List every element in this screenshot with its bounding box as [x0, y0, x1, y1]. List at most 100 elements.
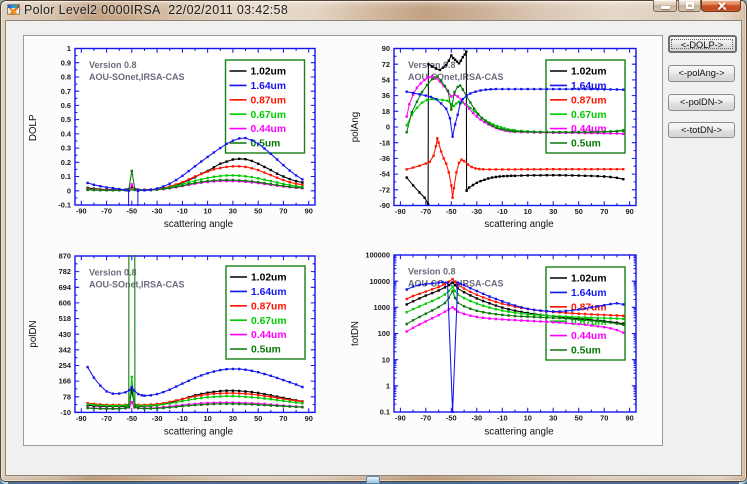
- svg-text:-50: -50: [446, 207, 457, 216]
- svg-text:scattering angle: scattering angle: [164, 219, 234, 230]
- svg-text:78: 78: [63, 392, 71, 401]
- svg-text:1.64um: 1.64um: [251, 81, 287, 92]
- svg-text:-50: -50: [126, 414, 137, 423]
- svg-text:1.64um: 1.64um: [571, 288, 607, 299]
- svg-text:1.64um: 1.64um: [251, 287, 287, 298]
- svg-text:scattering angle: scattering angle: [164, 426, 234, 437]
- svg-text:10: 10: [382, 355, 390, 364]
- svg-text:606: 606: [59, 299, 71, 308]
- svg-text:50: 50: [575, 414, 583, 423]
- svg-text:70: 70: [600, 207, 608, 216]
- svg-text:10: 10: [203, 414, 211, 423]
- svg-text:-70: -70: [101, 414, 112, 423]
- svg-text:70: 70: [279, 207, 287, 216]
- svg-text:0.5um: 0.5um: [571, 346, 601, 357]
- svg-text:0.87um: 0.87um: [571, 95, 607, 106]
- svg-text:0.8: 0.8: [61, 73, 71, 82]
- svg-text:-90: -90: [395, 207, 406, 216]
- svg-text:-10: -10: [60, 408, 71, 417]
- svg-text:-90: -90: [76, 414, 87, 423]
- svg-text:scattering angle: scattering angle: [484, 426, 554, 437]
- svg-text:-36: -36: [379, 154, 390, 163]
- svg-text:-90: -90: [379, 201, 390, 210]
- svg-text:1.02um: 1.02um: [571, 67, 607, 78]
- svg-text:0.5um: 0.5um: [571, 139, 601, 150]
- svg-text:-30: -30: [152, 207, 163, 216]
- svg-text:0.87um: 0.87um: [251, 95, 287, 106]
- svg-text:10: 10: [203, 207, 211, 216]
- svg-text:AOU-SOnet,IRSA-CAS: AOU-SOnet,IRSA-CAS: [89, 280, 185, 290]
- svg-text:90: 90: [305, 414, 313, 423]
- svg-text:0.4: 0.4: [61, 130, 72, 139]
- svg-text:0.6: 0.6: [61, 101, 71, 110]
- svg-text:70: 70: [600, 414, 608, 423]
- svg-text:AOU-SOnet,IRSA-CAS: AOU-SOnet,IRSA-CAS: [89, 72, 185, 82]
- svg-text:0.2: 0.2: [61, 158, 71, 167]
- svg-text:30: 30: [549, 207, 557, 216]
- svg-text:-30: -30: [152, 414, 163, 423]
- svg-text:342: 342: [59, 345, 71, 354]
- svg-text:36: 36: [382, 91, 390, 100]
- svg-text:254: 254: [59, 361, 72, 370]
- svg-text:30: 30: [549, 414, 557, 423]
- svg-text:1: 1: [67, 44, 71, 53]
- svg-text:1000: 1000: [374, 303, 390, 312]
- svg-text:0.67um: 0.67um: [571, 110, 607, 121]
- svg-text:0.67um: 0.67um: [251, 316, 287, 327]
- svg-text:90: 90: [625, 207, 633, 216]
- svg-text:0: 0: [386, 123, 390, 132]
- svg-text:10: 10: [524, 207, 532, 216]
- svg-text:70: 70: [279, 414, 287, 423]
- svg-text:54: 54: [382, 76, 391, 85]
- svg-text:polDN: polDN: [28, 320, 39, 347]
- svg-text:72: 72: [382, 60, 390, 69]
- svg-text:0.87um: 0.87um: [251, 301, 287, 312]
- svg-text:-10: -10: [497, 414, 508, 423]
- svg-text:30: 30: [229, 414, 237, 423]
- svg-text:0.1: 0.1: [61, 172, 71, 181]
- svg-text:90: 90: [625, 414, 633, 423]
- svg-text:782: 782: [59, 267, 71, 276]
- svg-text:polAng: polAng: [350, 112, 361, 143]
- svg-text:90: 90: [382, 44, 390, 53]
- svg-text:-0.1: -0.1: [58, 201, 71, 210]
- svg-text:18: 18: [382, 107, 390, 116]
- svg-text:-70: -70: [420, 207, 431, 216]
- svg-text:AOU-SOnet,IRSA-CAS: AOU-SOnet,IRSA-CAS: [408, 72, 504, 82]
- svg-text:166: 166: [59, 377, 71, 386]
- svg-text:694: 694: [59, 283, 72, 292]
- svg-text:1.64um: 1.64um: [571, 81, 607, 92]
- svg-text:30: 30: [229, 207, 237, 216]
- svg-text:1.02um: 1.02um: [571, 274, 607, 285]
- svg-text:-50: -50: [446, 414, 457, 423]
- svg-text:0.7: 0.7: [61, 87, 71, 96]
- svg-text:90: 90: [305, 207, 313, 216]
- svg-text:-18: -18: [379, 138, 390, 147]
- svg-text:1.02um: 1.02um: [251, 67, 287, 78]
- svg-text:0.67um: 0.67um: [251, 110, 287, 121]
- svg-text:10: 10: [524, 414, 532, 423]
- svg-text:-10: -10: [177, 414, 188, 423]
- svg-text:0.1: 0.1: [380, 408, 390, 417]
- svg-text:430: 430: [59, 330, 71, 339]
- svg-text:totDN: totDN: [350, 321, 361, 346]
- svg-text:Version 0.8: Version 0.8: [89, 60, 137, 70]
- svg-text:-70: -70: [101, 207, 112, 216]
- svg-text:0.44um: 0.44um: [571, 331, 607, 342]
- svg-text:50: 50: [254, 207, 262, 216]
- svg-text:0.9: 0.9: [61, 58, 71, 67]
- svg-text:870: 870: [59, 252, 71, 261]
- svg-text:-10: -10: [497, 207, 508, 216]
- svg-text:100000: 100000: [365, 251, 390, 260]
- svg-text:AOU-SOnet,IRSA-CAS: AOU-SOnet,IRSA-CAS: [408, 279, 504, 289]
- svg-text:-54: -54: [379, 170, 391, 179]
- svg-text:DOLP: DOLP: [28, 114, 39, 141]
- svg-text:-90: -90: [395, 414, 406, 423]
- svg-text:1: 1: [386, 381, 390, 390]
- svg-text:-10: -10: [177, 207, 188, 216]
- svg-text:518: 518: [59, 314, 71, 323]
- svg-text:-50: -50: [126, 207, 137, 216]
- svg-text:-30: -30: [471, 207, 482, 216]
- svg-text:0.5um: 0.5um: [251, 345, 281, 356]
- svg-text:0: 0: [67, 186, 71, 195]
